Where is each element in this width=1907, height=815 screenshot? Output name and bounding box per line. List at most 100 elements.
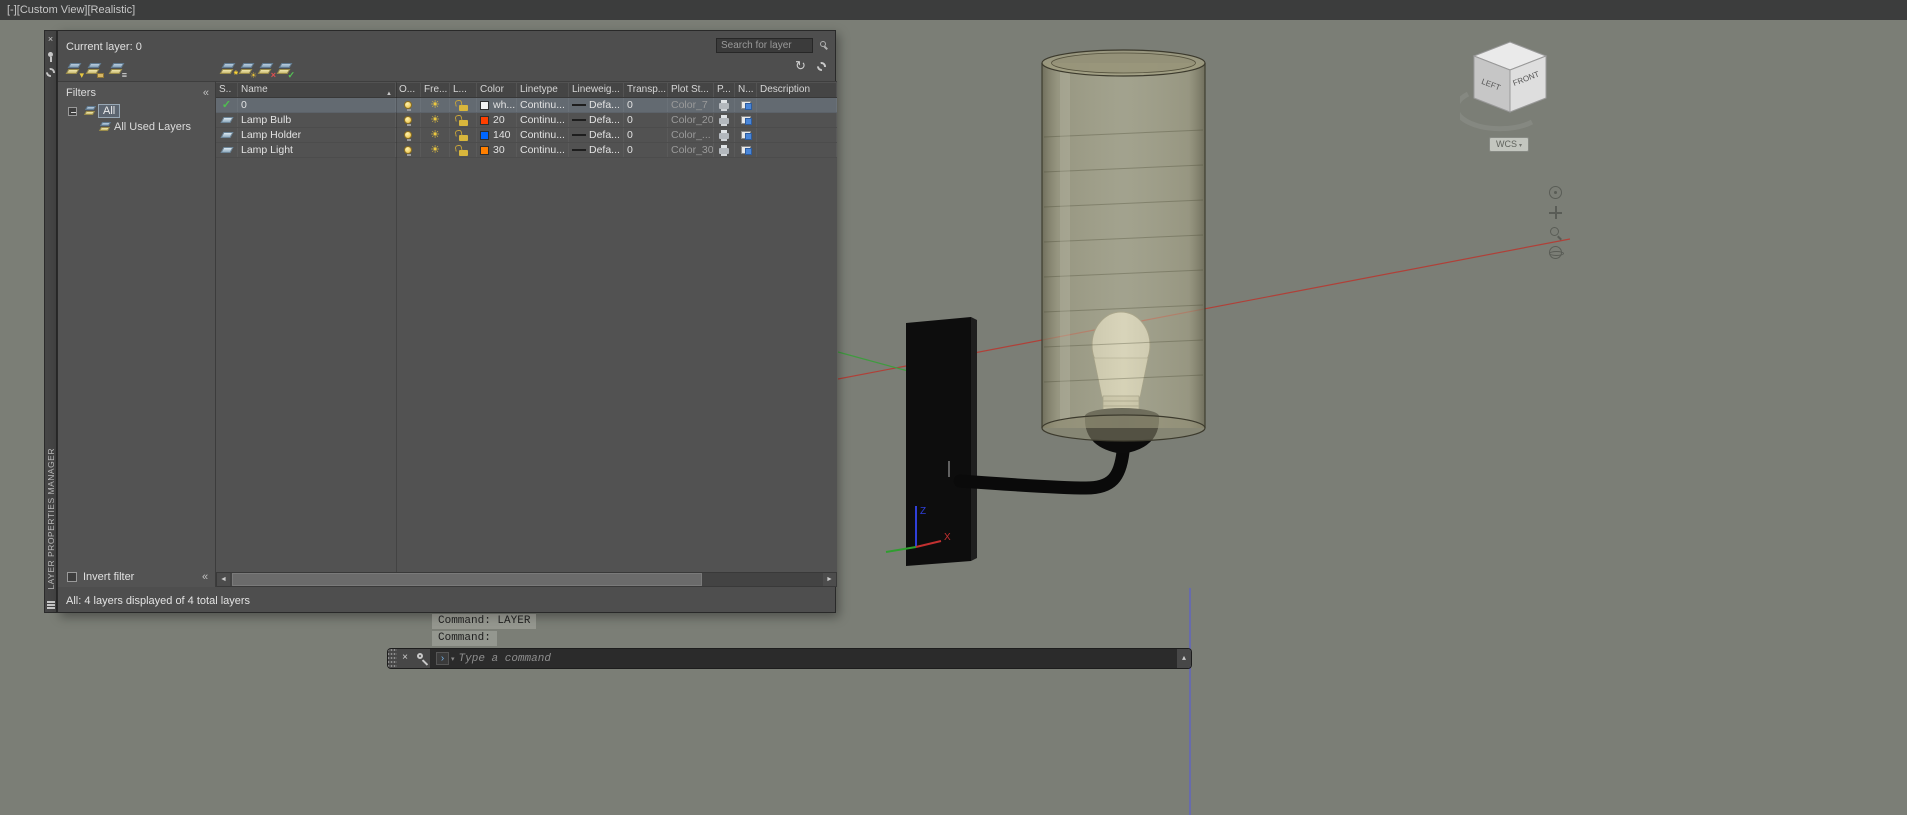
- col-lineweight[interactable]: Lineweig...: [569, 83, 624, 97]
- layer-plot-toggle[interactable]: [714, 143, 735, 157]
- invert-filter-checkbox[interactable]: [67, 572, 77, 582]
- autohide-pin-icon[interactable]: [48, 52, 53, 62]
- orbit-icon[interactable]: [1549, 246, 1564, 259]
- col-name[interactable]: Name: [238, 83, 396, 97]
- viewport-controls-label[interactable]: [-][Custom View][Realistic]: [7, 0, 135, 20]
- scroll-right-arrow-icon[interactable]: [823, 573, 836, 586]
- col-linetype[interactable]: Linetype: [517, 83, 569, 97]
- layer-lock-toggle[interactable]: [450, 128, 477, 142]
- col-freeze[interactable]: Fre...: [421, 83, 450, 97]
- expand-command-history-icon[interactable]: [1177, 649, 1191, 668]
- layer-transparency[interactable]: 0: [624, 143, 668, 157]
- layer-name[interactable]: Lamp Holder: [238, 128, 396, 142]
- viewcube[interactable]: LEFT FRONT: [1460, 34, 1560, 134]
- palette-properties-gear-icon[interactable]: [46, 68, 55, 77]
- close-command-icon[interactable]: [397, 649, 413, 668]
- layer-states-manager-button[interactable]: [108, 61, 125, 77]
- layer-description[interactable]: [757, 143, 837, 157]
- layer-description[interactable]: [757, 113, 837, 127]
- layer-lock-toggle[interactable]: [450, 143, 477, 157]
- horizontal-scrollbar[interactable]: [216, 572, 837, 587]
- layer-on-toggle[interactable]: [396, 128, 421, 142]
- layer-lineweight[interactable]: Defa...: [569, 113, 624, 127]
- layer-plot-toggle[interactable]: [714, 128, 735, 142]
- layer-linetype[interactable]: Continu...: [517, 113, 569, 127]
- refresh-icon[interactable]: [795, 58, 806, 74]
- collapse-bottom-icon[interactable]: [202, 571, 208, 583]
- layer-freeze-toggle[interactable]: [421, 113, 450, 127]
- layer-name[interactable]: 0: [238, 98, 396, 112]
- col-description[interactable]: Description: [757, 83, 837, 97]
- layer-vp-freeze-toggle[interactable]: [735, 113, 757, 127]
- recent-commands-caret-icon[interactable]: [451, 655, 455, 663]
- layer-row-1[interactable]: Lamp Bulb 20 Continu... Defa... 0 Color_…: [216, 113, 837, 128]
- layer-freeze-toggle[interactable]: [421, 98, 450, 112]
- col-plot-style[interactable]: Plot St...: [668, 83, 714, 97]
- new-group-filter-button[interactable]: [85, 61, 104, 78]
- layer-row-0[interactable]: 0 wh... Continu... Defa... 0 Color_7: [216, 98, 837, 113]
- layer-on-toggle[interactable]: [396, 143, 421, 157]
- lamp-arm[interactable]: [953, 445, 1130, 495]
- scroll-left-arrow-icon[interactable]: [217, 573, 230, 586]
- layer-name[interactable]: Lamp Bulb: [238, 113, 396, 127]
- col-status[interactable]: S..: [216, 83, 238, 97]
- layer-freeze-toggle[interactable]: [421, 143, 450, 157]
- tree-expander-icon[interactable]: [68, 107, 77, 116]
- layer-on-toggle[interactable]: [396, 113, 421, 127]
- customize-command-button[interactable]: [413, 649, 431, 668]
- col-on[interactable]: O...: [396, 83, 421, 97]
- tree-item-all[interactable]: All: [98, 104, 121, 118]
- layer-row-2[interactable]: Lamp Holder 140 Continu... Defa... 0 Col…: [216, 128, 837, 143]
- col-vp-freeze[interactable]: N...: [735, 83, 757, 97]
- command-prompt-icon[interactable]: [436, 652, 449, 665]
- layer-description[interactable]: [757, 98, 837, 112]
- layer-linetype[interactable]: Continu...: [517, 128, 569, 142]
- new-layer-button[interactable]: [219, 61, 236, 77]
- layer-on-toggle[interactable]: [396, 98, 421, 112]
- lamp-model[interactable]: [906, 49, 1206, 566]
- command-line-bar[interactable]: Type a command: [388, 649, 1191, 668]
- wall-plate-side[interactable]: [971, 317, 977, 561]
- zoom-icon[interactable]: [1549, 226, 1562, 239]
- layer-vp-freeze-toggle[interactable]: [735, 128, 757, 142]
- search-layer-input[interactable]: [716, 38, 813, 53]
- layer-color-cell[interactable]: 140: [477, 128, 517, 142]
- command-bar-grip[interactable]: [388, 649, 397, 668]
- close-icon[interactable]: [45, 34, 56, 44]
- layer-vp-freeze-toggle[interactable]: [735, 143, 757, 157]
- steering-wheel-icon[interactable]: [1549, 186, 1562, 199]
- layer-color-cell[interactable]: 20: [477, 113, 517, 127]
- glass-bottom-rim[interactable]: [1041, 414, 1206, 442]
- layer-plot-toggle[interactable]: [714, 113, 735, 127]
- layer-lock-toggle[interactable]: [450, 113, 477, 127]
- layer-description[interactable]: [757, 128, 837, 142]
- layer-linetype[interactable]: Continu...: [517, 98, 569, 112]
- delete-layer-button[interactable]: [257, 61, 274, 77]
- layer-transparency[interactable]: 0: [624, 113, 668, 127]
- palette-menu-icon[interactable]: [47, 600, 55, 608]
- layer-vp-freeze-toggle[interactable]: [735, 98, 757, 112]
- layer-freeze-toggle[interactable]: [421, 128, 450, 142]
- set-current-layer-button[interactable]: [276, 61, 293, 77]
- tree-item-all-used-layers[interactable]: All Used Layers: [114, 121, 191, 133]
- scrollbar-thumb[interactable]: [232, 573, 702, 586]
- collapse-filters-icon[interactable]: [203, 87, 209, 99]
- col-transparency[interactable]: Transp...: [624, 83, 668, 97]
- col-color[interactable]: Color: [477, 83, 517, 97]
- layer-lineweight[interactable]: Defa...: [569, 98, 624, 112]
- layer-transparency[interactable]: 0: [624, 98, 668, 112]
- layer-lock-toggle[interactable]: [450, 98, 477, 112]
- pan-icon[interactable]: [1549, 206, 1562, 219]
- settings-gear-icon[interactable]: [817, 62, 826, 71]
- command-input[interactable]: Type a command: [431, 649, 1177, 668]
- layer-color-cell[interactable]: wh...: [477, 98, 517, 112]
- col-plot[interactable]: P...: [714, 83, 735, 97]
- layer-lineweight[interactable]: Defa...: [569, 128, 624, 142]
- layer-row-3[interactable]: Lamp Light 30 Continu... Defa... 0 Color…: [216, 143, 837, 158]
- search-icon[interactable]: [820, 41, 826, 47]
- col-lock[interactable]: L...: [450, 83, 477, 97]
- layer-plot-toggle[interactable]: [714, 98, 735, 112]
- layer-linetype[interactable]: Continu...: [517, 143, 569, 157]
- new-property-filter-button[interactable]: [65, 61, 82, 77]
- wcs-dropdown-button[interactable]: WCS: [1489, 137, 1529, 152]
